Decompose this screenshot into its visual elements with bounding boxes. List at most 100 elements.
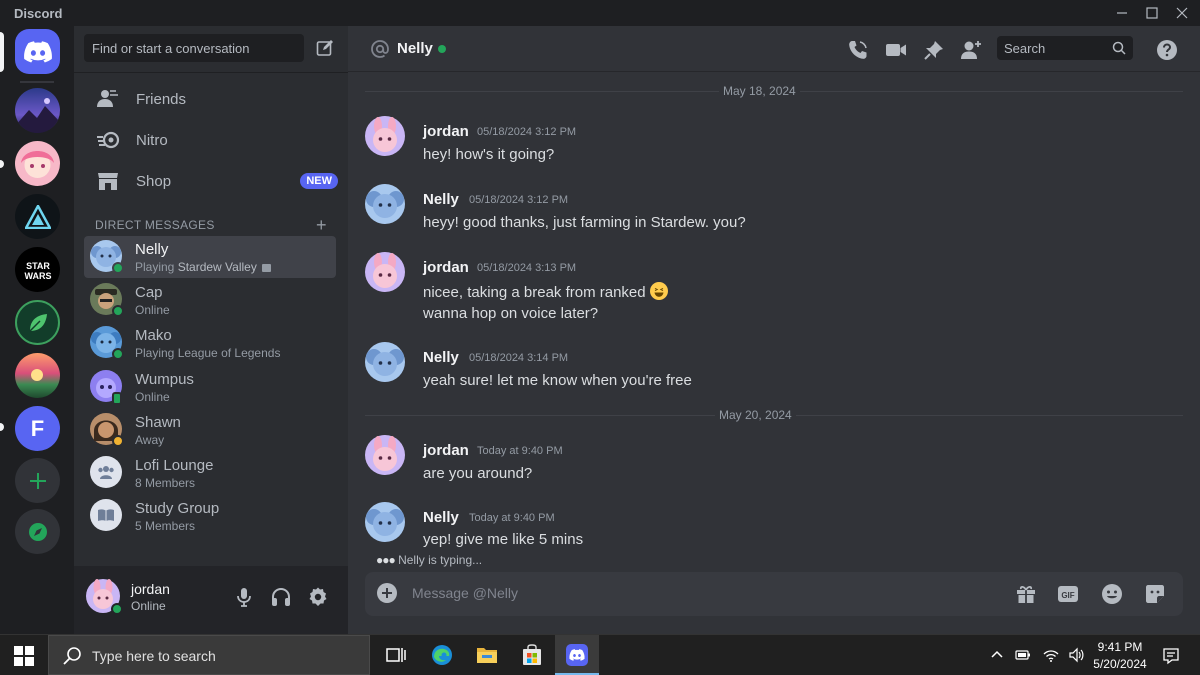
message-text: hey! how's it going? <box>423 146 555 163</box>
nav-shop[interactable]: Shop NEW <box>82 162 340 200</box>
explore-button[interactable] <box>15 509 60 554</box>
search-icon <box>62 646 82 666</box>
rail-separator <box>20 81 54 83</box>
add-server-button[interactable] <box>15 458 60 503</box>
taskbar-search-placeholder: Type here to search <box>92 648 216 664</box>
dm-item-lofi-lounge[interactable]: Lofi Lounge 8 Members <box>84 452 336 494</box>
server-leaf[interactable] <box>15 300 60 345</box>
gif-icon[interactable]: GIF <box>1057 583 1079 605</box>
dm-item-cap[interactable]: Cap Online <box>84 279 336 321</box>
nav-friends[interactable]: Friends <box>82 80 340 118</box>
star-wars-logo-icon: STARWARS <box>24 261 51 280</box>
typing-text: Nelly is typing... <box>398 553 483 567</box>
chat-search-input[interactable]: Search <box>997 36 1133 60</box>
message-author[interactable]: Nelly <box>423 509 459 526</box>
nelly-avatar[interactable] <box>365 502 405 542</box>
group-dm-avatar <box>90 499 122 531</box>
jordan-avatar[interactable] <box>365 435 405 475</box>
server-landscape[interactable] <box>15 353 60 398</box>
attach-plus-icon[interactable] <box>376 582 398 604</box>
maximize-icon[interactable] <box>1142 3 1162 23</box>
message-author[interactable]: jordan <box>423 442 469 459</box>
message-author[interactable]: jordan <box>423 123 469 140</box>
message-text: wanna hop on voice later? <box>423 305 599 322</box>
close-icon[interactable] <box>1172 3 1192 23</box>
message-composer[interactable]: Message @Nelly GIF <box>365 572 1183 616</box>
message: jordan 05/18/2024 3:12 PM hey! how's it … <box>348 116 1200 166</box>
create-dm-plus-icon[interactable]: + <box>316 215 327 236</box>
message: Nelly Today at 9:40 PM yep! give me like… <box>348 502 1200 552</box>
at-sign-icon <box>370 39 390 59</box>
message-text: nicee, taking a break from ranked <box>423 282 668 301</box>
message-author[interactable]: Nelly <box>423 349 459 366</box>
message-input[interactable]: Message @Nelly <box>412 585 518 601</box>
nav-nitro[interactable]: Nitro <box>82 121 340 159</box>
dm-item-mako[interactable]: Mako Playing League of Legends <box>84 322 336 364</box>
voice-call-icon[interactable] <box>847 39 869 61</box>
nelly-avatar[interactable] <box>365 184 405 224</box>
dm-item-wumpus[interactable]: Wumpus Online <box>84 366 336 408</box>
minimize-icon[interactable] <box>1112 3 1132 23</box>
notification-center-icon[interactable] <box>1162 647 1180 665</box>
server-triangle[interactable] <box>15 194 60 239</box>
user-panel: jordan Online <box>74 566 348 634</box>
jordan-avatar[interactable] <box>365 116 405 156</box>
dm-name: Study Group <box>135 500 220 517</box>
grin-emoji-icon <box>649 282 668 300</box>
dm-name: Wumpus <box>135 371 194 388</box>
taskbar-clock-time[interactable]: 9:41 PM <box>1094 640 1146 654</box>
volume-icon[interactable] <box>1068 647 1084 663</box>
settings-gear-icon[interactable] <box>307 586 329 608</box>
message-author[interactable]: Nelly <box>423 191 459 208</box>
headphones-icon[interactable] <box>270 586 292 608</box>
microsoft-store-icon[interactable] <box>520 643 544 667</box>
search-icon <box>1112 41 1126 55</box>
new-message-icon[interactable] <box>316 39 334 57</box>
message: jordan 05/18/2024 3:13 PM nicee, taking … <box>348 252 1200 324</box>
help-icon[interactable] <box>1156 39 1178 61</box>
taskbar-search-box[interactable]: Type here to search <box>48 635 370 675</box>
message-line: nicee, taking a break from ranked <box>423 284 646 301</box>
wifi-icon[interactable] <box>1043 647 1059 663</box>
taskbar-clock-date[interactable]: 5/20/2024 <box>1090 657 1150 671</box>
server-anime[interactable] <box>15 141 60 186</box>
date-divider: May 18, 2024 <box>365 84 1183 98</box>
nav-friends-label: Friends <box>136 90 187 108</box>
anime-avatar-icon <box>21 151 54 178</box>
emoji-icon[interactable] <box>1101 583 1123 605</box>
dm-search-input[interactable]: Find or start a conversation <box>84 34 304 62</box>
dm-item-study-group[interactable]: Study Group 5 Members <box>84 495 336 537</box>
friends-icon <box>96 87 120 111</box>
message-author[interactable]: jordan <box>423 259 469 276</box>
pin-icon[interactable] <box>923 39 945 61</box>
activity-game: Stardew Valley <box>177 260 257 274</box>
app-title: Discord <box>14 6 63 21</box>
rich-presence-icon <box>262 264 272 272</box>
message-text: heyy! good thanks, just farming in Stard… <box>423 214 746 231</box>
nelly-avatar[interactable] <box>365 342 405 382</box>
jordan-avatar[interactable] <box>365 252 405 292</box>
server-mountain[interactable] <box>15 88 60 133</box>
windows-start-icon[interactable] <box>14 646 34 666</box>
server-star-wars[interactable]: STAR WARS <box>15 247 60 292</box>
nav-shop-label: Shop <box>136 172 172 190</box>
add-friends-to-dm-icon[interactable] <box>960 39 982 61</box>
gift-icon[interactable] <box>1015 583 1037 605</box>
group-icon <box>98 466 114 479</box>
sticker-icon[interactable] <box>1144 583 1166 605</box>
dm-item-nelly[interactable]: Nelly Playing Stardew Valley <box>84 236 336 278</box>
video-call-icon[interactable] <box>885 39 907 61</box>
server-f[interactable]: F <box>15 406 60 451</box>
dm-item-shawn[interactable]: Shawn Away <box>84 409 336 451</box>
home-button[interactable] <box>15 29 60 74</box>
battery-icon[interactable] <box>1015 647 1031 663</box>
task-view-icon[interactable] <box>384 643 408 667</box>
chat-area: Nelly Search May 18, 2024 May 20, 2024 j… <box>348 26 1200 634</box>
tray-chevron-up-icon[interactable] <box>989 647 1005 663</box>
edge-browser-icon[interactable] <box>430 643 454 667</box>
taskbar-discord-active[interactable] <box>555 635 599 675</box>
unread-indicator-2 <box>0 423 4 431</box>
message-timestamp: Today at 9:40 PM <box>469 512 555 524</box>
file-explorer-icon[interactable] <box>475 643 499 667</box>
microphone-icon[interactable] <box>233 586 255 608</box>
